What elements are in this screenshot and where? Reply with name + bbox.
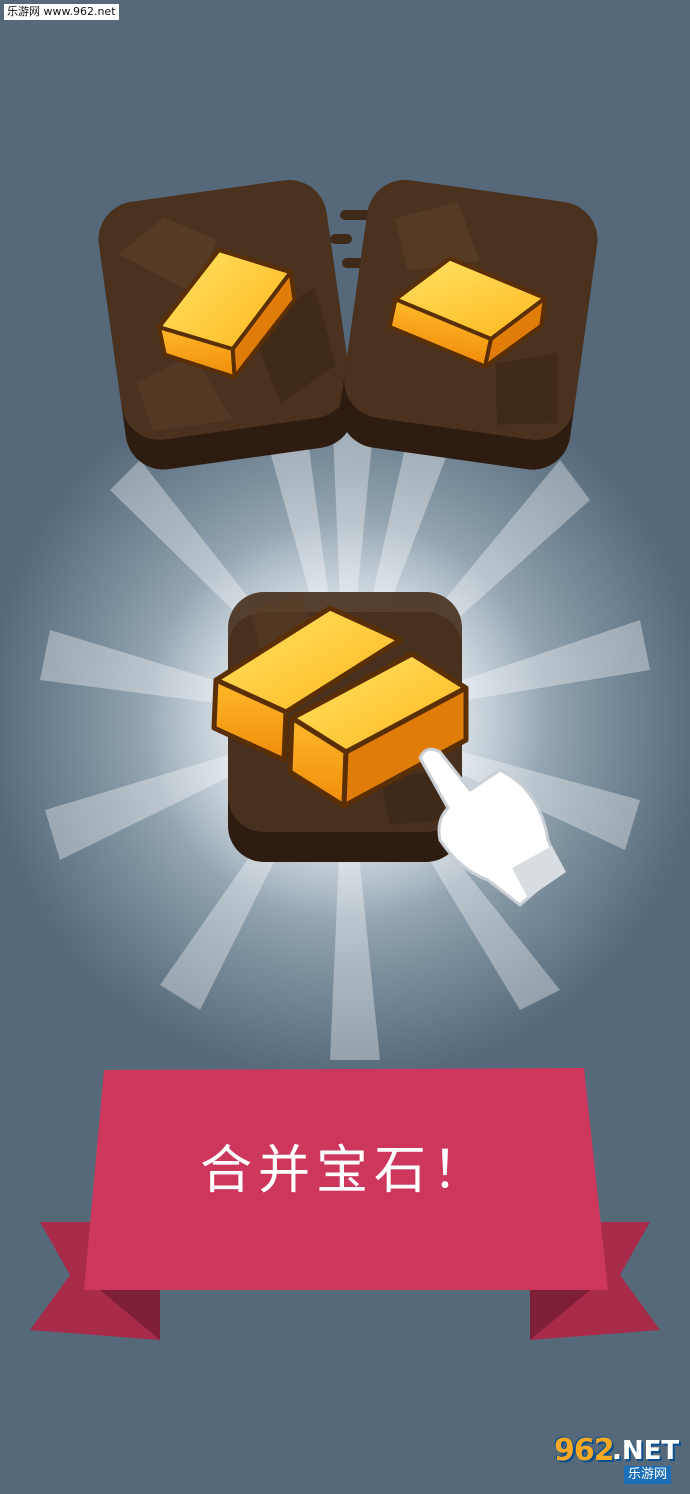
logo-net: .NET: [612, 1436, 680, 1466]
ribbon-banner: [30, 1068, 660, 1340]
gem-tile-right[interactable]: [335, 175, 602, 475]
logo-sub: 乐游网: [624, 1466, 672, 1484]
gem-tile-merged[interactable]: [211, 592, 469, 862]
gem-tile-left[interactable]: [94, 175, 359, 474]
banner-title: 合并宝石！: [199, 1141, 490, 1201]
site-logo: 962 .NET 乐游网: [554, 1436, 682, 1486]
logo-main: 962: [554, 1433, 615, 1468]
game-scene: [30, 175, 660, 1340]
